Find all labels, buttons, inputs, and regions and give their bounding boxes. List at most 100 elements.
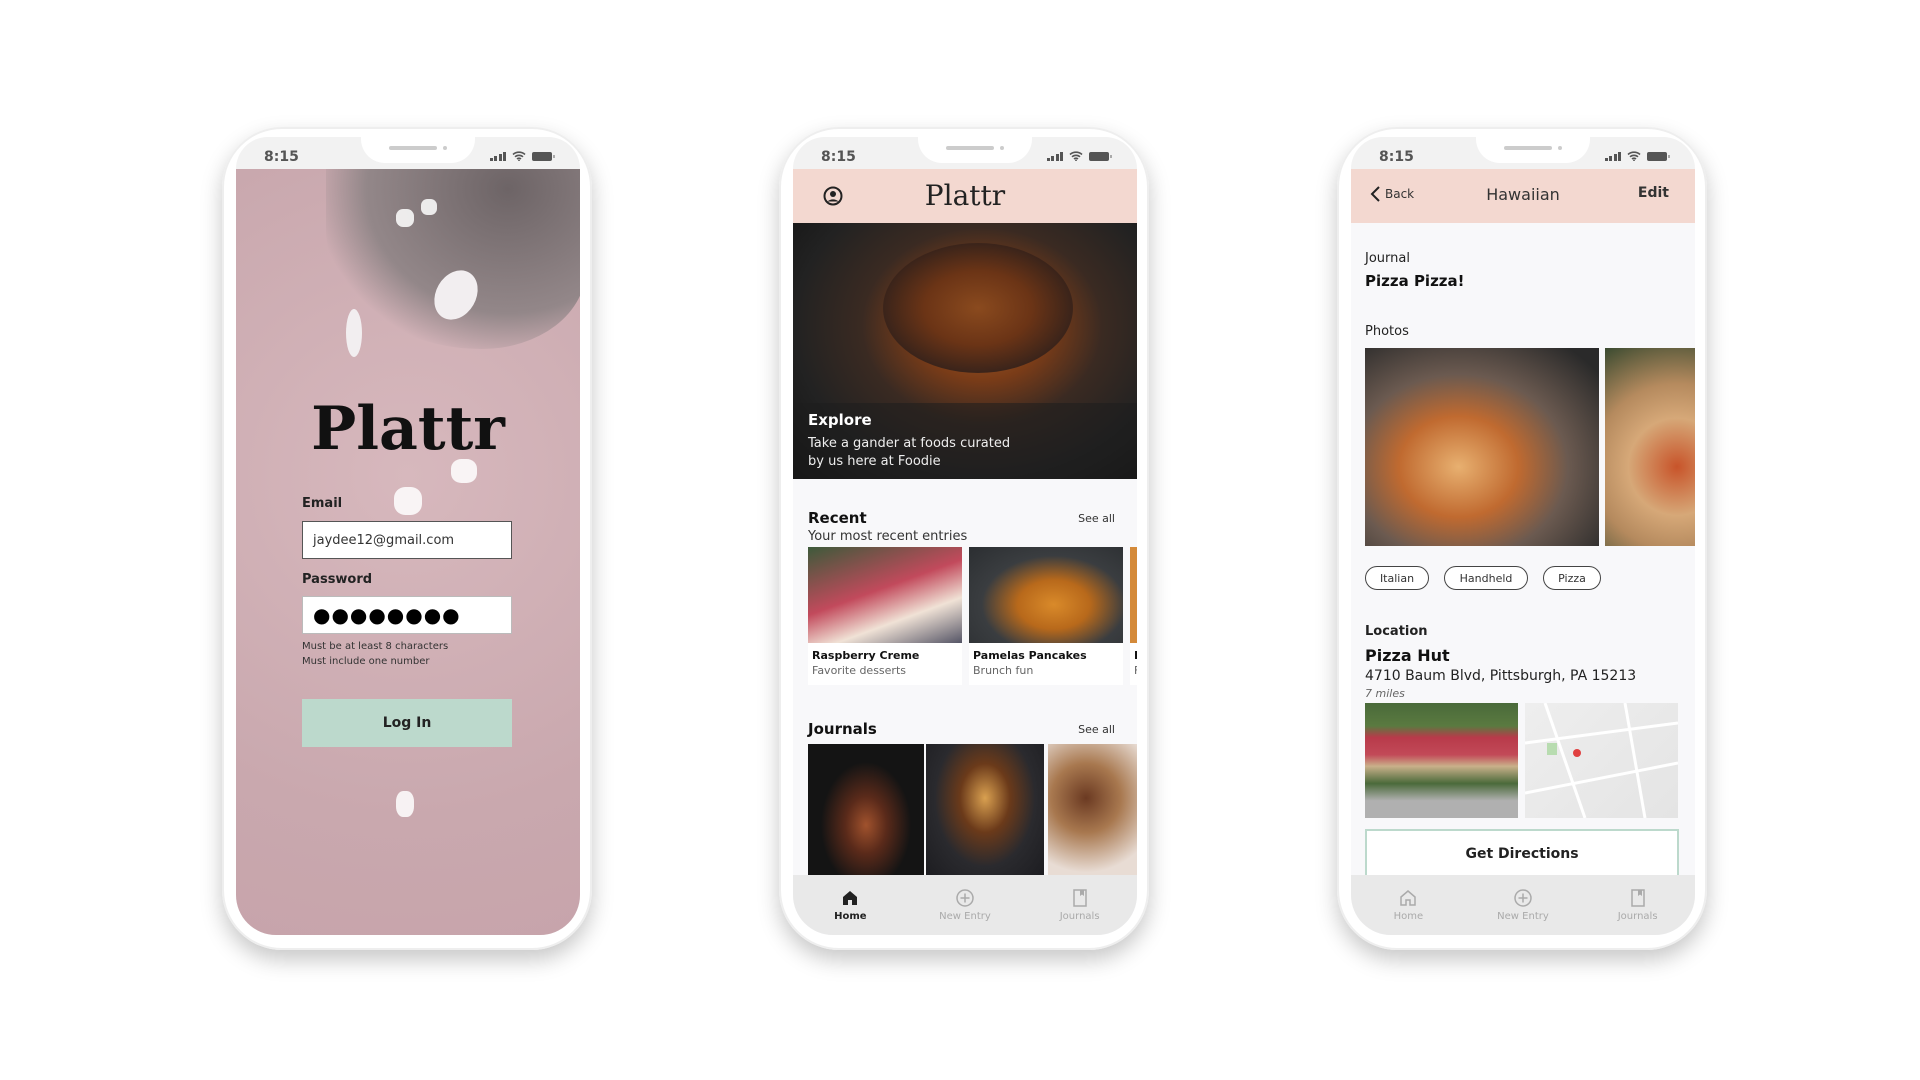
card-title: P [1130, 643, 1137, 662]
hero-subtitle-2: by us here at Foodie [808, 454, 941, 469]
location-distance: 7 miles [1365, 687, 1405, 700]
tab-new-entry[interactable]: New Entry [925, 888, 1005, 922]
password-hint-1: Must be at least 8 characters [302, 641, 449, 652]
journal-cheeseburger-image[interactable] [926, 744, 1044, 879]
card-subtitle: Favorite desserts [812, 664, 906, 677]
journals-title: Journals [808, 720, 877, 738]
tab-label: Home [834, 911, 867, 922]
hero-title: Explore [808, 411, 872, 429]
pancakes-image [969, 547, 1123, 643]
tab-new-entry[interactable]: New Entry [1483, 888, 1563, 922]
plus-circle-icon [1514, 889, 1532, 907]
tab-label: New Entry [1497, 911, 1549, 922]
email-field[interactable]: jaydee12@gmail.com [302, 521, 512, 559]
bookmark-book-icon [1072, 889, 1087, 907]
status-time: 8:15 [264, 149, 299, 165]
pasta-image [883, 243, 1073, 373]
tab-label: Journals [1059, 911, 1100, 922]
location-map[interactable] [1524, 702, 1679, 819]
detail-screen: Back Hawaiian Edit Journal Pizza Pizza! … [1351, 169, 1695, 935]
recent-card[interactable]: Pamelas Pancakes Brunch fun [969, 547, 1123, 685]
status-time: 8:15 [821, 149, 856, 165]
status-bar: 8:15 [1351, 137, 1695, 169]
raspberry-cake-image [808, 547, 962, 643]
card-subtitle: F [1130, 662, 1137, 679]
restaurant-photo[interactable] [1365, 703, 1518, 818]
password-field[interactable]: ●●●●●●●● [302, 596, 512, 634]
tag-chip[interactable]: Handheld [1444, 566, 1528, 590]
recent-card[interactable]: P F [1130, 547, 1137, 685]
detail-header: Back Hawaiian Edit [1351, 169, 1695, 223]
recent-see-all-link[interactable]: See all [1078, 512, 1115, 525]
tag-chip[interactable]: Pizza [1543, 566, 1601, 590]
decor-flake [394, 487, 422, 515]
get-directions-button[interactable]: Get Directions [1365, 829, 1679, 879]
photos-label: Photos [1365, 324, 1409, 339]
card-image [1130, 547, 1137, 643]
tab-bar: Home New Entry Journals [793, 875, 1137, 935]
password-label: Password [302, 572, 373, 587]
journal-burger-image[interactable] [808, 744, 924, 879]
login-screen: Plattr Email jaydee12@gmail.com Password… [236, 169, 580, 935]
home-icon [1400, 890, 1417, 906]
app-logo: Plattr [924, 179, 1006, 212]
app-logo: Plattr [311, 394, 505, 464]
journal-name[interactable]: Pizza Pizza! [1365, 272, 1465, 290]
pizza-photo[interactable] [1365, 348, 1599, 546]
tab-label: Home [1393, 911, 1424, 922]
tab-home[interactable]: Home [1368, 888, 1448, 922]
recent-title: Recent [808, 509, 867, 527]
status-bar: 8:15 [236, 137, 580, 169]
tab-bar: Home New Entry Journals [1351, 875, 1695, 935]
signal-icon [1046, 152, 1063, 161]
tab-journals[interactable]: Journals [1598, 888, 1678, 922]
wifi-icon [1069, 151, 1083, 161]
plus-circle-icon [956, 889, 974, 907]
bookmark-book-icon [1630, 889, 1645, 907]
hero-subtitle-1: Take a gander at foods curated [808, 436, 1011, 451]
recent-card[interactable]: Raspberry Creme Favorite desserts [808, 547, 962, 685]
tag-chip[interactable]: Italian [1365, 566, 1429, 590]
recent-subtitle: Your most recent entries [808, 529, 968, 544]
card-title: Raspberry Creme [812, 649, 920, 662]
journal-label: Journal [1365, 251, 1410, 266]
tab-home[interactable]: Home [810, 888, 890, 922]
status-time: 8:15 [1379, 149, 1414, 165]
journals-see-all-link[interactable]: See all [1078, 723, 1115, 736]
decor-flake [421, 199, 437, 215]
signal-icon [1604, 152, 1621, 161]
decor-flake [396, 209, 414, 227]
decor-flake [396, 791, 414, 817]
home-icon [843, 891, 858, 905]
map-roads [1524, 702, 1679, 819]
journal-cookies-image[interactable] [1048, 744, 1137, 879]
login-button[interactable]: Log In [302, 699, 512, 747]
tab-label: Journals [1617, 911, 1658, 922]
phone-login: 8:15 Plattr Email jaydee12@gmail.com Pas… [222, 127, 592, 950]
status-bar: 8:15 [793, 137, 1137, 169]
pizza-photo-2[interactable] [1605, 348, 1695, 546]
map-pin-icon [1573, 749, 1581, 757]
battery-icon [1647, 152, 1670, 161]
phone-detail: 8:15 Back Hawaiian Edit Journal Pizza Pi… [1337, 127, 1707, 950]
email-label: Email [302, 496, 343, 511]
tab-journals[interactable]: Journals [1040, 888, 1120, 922]
decor-nail [346, 309, 362, 357]
card-title: Pamelas Pancakes [973, 649, 1087, 662]
notch [1476, 137, 1590, 163]
phone-home: 8:15 Plattr Explore Take a gander at foo… [779, 127, 1149, 950]
battery-icon [1089, 152, 1112, 161]
password-hint-2: Must include one number [302, 656, 430, 667]
app-header: Plattr [793, 169, 1137, 223]
explore-hero[interactable]: Explore Take a gander at foods curated b… [793, 223, 1137, 479]
notch [918, 137, 1032, 163]
battery-icon [532, 152, 555, 161]
edit-button[interactable]: Edit [1638, 185, 1669, 201]
wifi-icon [512, 151, 526, 161]
home-screen: Plattr Explore Take a gander at foods cu… [793, 169, 1137, 935]
tab-label: New Entry [939, 911, 991, 922]
location-label: Location [1365, 624, 1428, 639]
hero-overlay: Explore Take a gander at foods curated b… [793, 403, 1137, 479]
location-name: Pizza Hut [1365, 646, 1450, 665]
notch [361, 137, 475, 163]
